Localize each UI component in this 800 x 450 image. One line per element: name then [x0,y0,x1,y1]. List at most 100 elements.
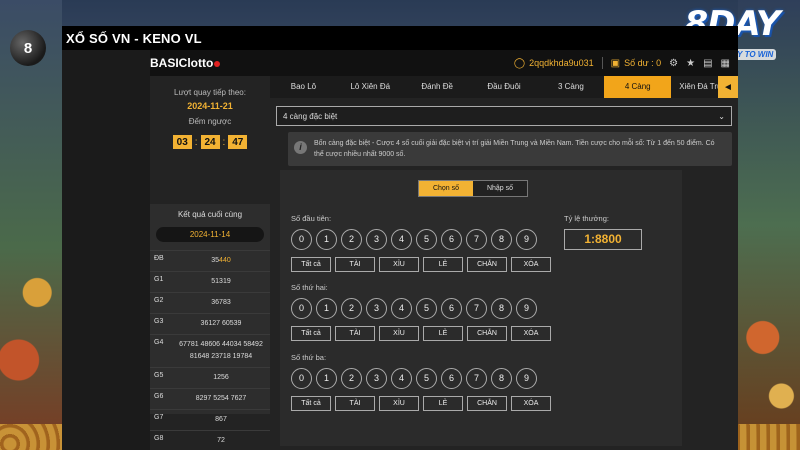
digit-ball[interactable]: 7 [466,368,487,389]
result-line: 36127 60539 [200,320,242,327]
digit-ball[interactable]: 4 [391,368,412,389]
result-highlight: 440 [219,257,231,264]
digit-ball[interactable]: 9 [516,229,537,250]
digit-ball[interactable]: 9 [516,368,537,389]
digit-ball[interactable]: 6 [441,298,462,319]
user-account[interactable]: ◯ 2qqdkhda9u031 [514,58,594,69]
digit-ball[interactable]: 2 [341,229,362,250]
background-scenery-right [738,0,800,450]
bet-type-value: 4 càng đặc biệt [283,111,338,121]
tab-3[interactable]: Đầu Đuôi [471,76,538,98]
tab-0[interactable]: Bao Lô [270,76,337,98]
tab-2[interactable]: Đánh Đề [404,76,471,98]
digit-row-label: Số thứ hai: [291,283,328,292]
digit-row-label: Số đầu tiên: [291,214,332,223]
quick-select-button[interactable]: XÓA [511,326,551,341]
quick-select-button[interactable]: CHẴN [467,257,507,272]
result-prize-label: G3 [154,318,164,325]
quick-select-button[interactable]: XÓA [511,396,551,411]
quick-select-button[interactable]: Tất cả [291,326,331,341]
quick-select-button[interactable]: XỈU [379,326,419,341]
digit-ball[interactable]: 1 [316,298,337,319]
result-row: G8 72 [150,430,270,450]
quick-select-button[interactable]: XÓA [511,257,551,272]
quick-select-button[interactable]: Tất cả [291,257,331,272]
result-row: G4 67781 48606 44034 58492 81648 23718 197… [150,334,270,367]
digit-ball[interactable]: 6 [441,368,462,389]
result-prize-label: ĐB [154,255,164,262]
quick-select-button[interactable]: LẺ [423,326,463,341]
document-icon[interactable]: ▦ [721,58,730,69]
result-line: 81648 23718 19784 [189,353,253,360]
quick-select-button[interactable]: XỈU [379,396,419,411]
countdown: 03 : 24 : 47 [150,135,270,149]
digit-ball[interactable]: 1 [316,368,337,389]
quick-select-button[interactable]: XỈU [379,257,419,272]
quick-select-button[interactable]: TÀI [335,257,375,272]
digit-ball[interactable]: 6 [441,229,462,250]
digit-ball[interactable]: 5 [416,368,437,389]
digit-ball[interactable]: 3 [366,229,387,250]
quick-select-button[interactable]: TÀI [335,396,375,411]
wallet-icon: ▣ [610,57,621,69]
digit-ball[interactable]: 4 [391,229,412,250]
tab-1[interactable]: Lô Xiên Đá [337,76,404,98]
result-prize-label: G7 [154,414,164,421]
bet-tabs: Bao Lô Lô Xiên Đá Đánh Đề Đầu Đuôi 3 Càng 4 C… [270,76,738,98]
digit-row-3: Số thứ ba: 0 1 2 3 4 5 6 7 8 9 Tất cả TÀI XỈU LẺ CHẴN XÓ… [291,353,551,411]
result-line: 867 [215,416,227,423]
quick-select-button[interactable]: LẺ [423,396,463,411]
quick-select-button[interactable]: CHẴN [467,326,507,341]
result-values: 51319 [172,272,270,292]
mode-input-button[interactable]: Nhập số [473,181,527,196]
result-values: 36783 [172,293,270,313]
result-values: 8297 5254 7627 [172,389,270,409]
result-line: 51319 [211,278,231,285]
billiard-ball-icon: 8 [10,30,46,66]
digit-ball[interactable]: 0 [291,298,312,319]
result-row: G5 1256 [150,367,270,388]
digit-ball[interactable]: 3 [366,368,387,389]
quick-select-button[interactable]: LẺ [423,257,463,272]
tab-5[interactable]: 4 Càng [604,76,672,98]
digit-ball[interactable]: 8 [491,229,512,250]
digit-ball[interactable]: 9 [516,298,537,319]
digit-ball[interactable]: 8 [491,368,512,389]
digit-ball[interactable]: 5 [416,229,437,250]
digit-ball[interactable]: 1 [316,229,337,250]
result-row: ĐB 35440 [150,250,270,271]
info-icon: i [294,141,307,154]
next-draw-label: Lượt quay tiếp theo: [174,88,246,97]
digit-ball[interactable]: 7 [466,229,487,250]
bet-content: 4 càng đặc biệt ⌄ i Bốn càng đặc biệt - … [270,102,738,450]
digit-ball[interactable]: 7 [466,298,487,319]
digit-ball[interactable]: 8 [491,298,512,319]
payout-rate-value: 1:8800 [564,229,642,250]
last-result-date[interactable]: 2024-11-14 [156,227,264,242]
basiclotto-logo[interactable]: BASIClotto [150,56,221,70]
trophy-icon[interactable]: ★ [686,58,695,69]
digit-ball[interactable]: 2 [341,298,362,319]
top-bar: BASIClotto ◯ 2qqdkhda9u031 ▣ Số dư : 0 ⚙… [150,50,738,76]
result-row: G7 867 [150,409,270,430]
tab-4[interactable]: 3 Càng [537,76,604,98]
quick-select-button[interactable]: CHẴN [467,396,507,411]
digit-ball[interactable]: 0 [291,368,312,389]
side-menu-button[interactable]: ◄ [718,76,738,98]
result-values: 72 [172,431,270,450]
result-line: 67781 48606 44034 58492 [179,341,263,348]
history-icon[interactable]: ▤ [703,58,712,69]
quick-select-button[interactable]: Tất cả [291,396,331,411]
mode-choose-button[interactable]: Chọn số [419,181,473,196]
bet-type-select[interactable]: 4 càng đặc biệt ⌄ [276,106,732,126]
digit-ball[interactable]: 0 [291,229,312,250]
digit-ball[interactable]: 5 [416,298,437,319]
digit-ball[interactable]: 3 [366,298,387,319]
bet-area: Chọn số Nhập số Số đầu tiên: 0 1 2 3 4 5 6 7 8 9 Tấ… [280,170,682,446]
info-text: Bốn càng đặc biệt - Cược 4 số cuối giải … [314,140,715,158]
result-prize-label: G6 [154,393,164,400]
quick-select-button[interactable]: TÀI [335,326,375,341]
digit-ball[interactable]: 2 [341,368,362,389]
settings-icon[interactable]: ⚙ [669,58,678,69]
digit-ball[interactable]: 4 [391,298,412,319]
